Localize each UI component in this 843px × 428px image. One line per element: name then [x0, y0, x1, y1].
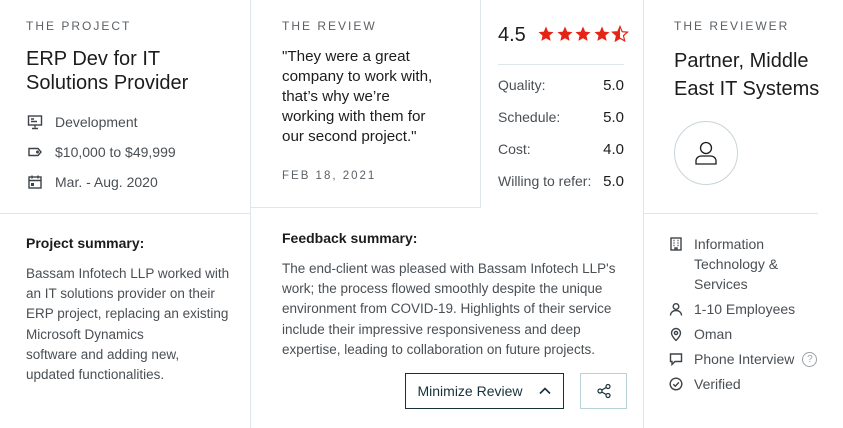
chevron-up-icon — [538, 387, 551, 395]
quote-line: our second project." — [282, 128, 417, 145]
project-dates: Mar. - Aug. 2020 — [26, 173, 158, 191]
reviewer-title-line: East IT Systems — [674, 78, 820, 100]
location-label: Oman — [694, 326, 733, 342]
location-pin-icon — [668, 324, 684, 344]
rating-divider — [498, 64, 624, 65]
star-rating — [537, 25, 630, 43]
summary-line: an IT solutions provider on their — [26, 286, 215, 302]
reviewer-title-line: Partner, Middle — [674, 50, 809, 72]
project-eyebrow: THE PROJECT — [26, 19, 132, 33]
column-divider — [250, 0, 251, 428]
star-icon — [594, 26, 609, 41]
presentation-icon — [26, 113, 44, 131]
summary-line: updated functionalities. — [26, 367, 165, 383]
score-value: 5.0 — [603, 77, 624, 94]
project-summary-heading: Project summary: — [26, 235, 145, 251]
employees-label: 1-10 Employees — [694, 301, 796, 317]
score-schedule: Schedule: 5.0 — [498, 109, 624, 126]
reviewer-employees: 1-10 Employees — [668, 299, 795, 319]
budget-label: $10,000 to $49,999 — [55, 144, 176, 160]
user-icon — [695, 141, 717, 165]
reviewer-industry: Information Technology & Services — [668, 234, 778, 294]
score-label: Quality: — [498, 77, 546, 93]
score-label: Willing to refer: — [498, 173, 592, 189]
industry-line: Services — [694, 276, 748, 292]
review-eyebrow: THE REVIEW — [282, 19, 377, 33]
calendar-icon — [26, 173, 44, 191]
project-budget: $10,000 to $49,999 — [26, 143, 176, 161]
dates-label: Mar. - Aug. 2020 — [55, 174, 158, 190]
score-value: 4.0 — [603, 141, 624, 158]
column-divider — [643, 0, 644, 428]
feedback-line: The end-client was pleased with Bassam I… — [282, 261, 616, 276]
feedback-line: environment from COVID-19. Highlights of… — [282, 301, 612, 317]
score-value: 5.0 — [603, 109, 624, 126]
reviewer-location: Oman — [668, 324, 732, 344]
section-divider — [251, 207, 481, 208]
share-icon — [596, 383, 611, 399]
project-service: Development — [26, 113, 138, 131]
star-icon — [557, 26, 572, 41]
quote-line: "They were a great — [282, 48, 410, 65]
score-cost: Cost: 4.0 — [498, 141, 624, 158]
avatar — [674, 121, 738, 185]
help-icon[interactable]: ? — [802, 352, 818, 367]
industry-line: Information — [694, 236, 765, 252]
summary-line: ERP project, replacing an existing — [26, 306, 229, 322]
reviewer-verified: Verified — [668, 374, 741, 394]
section-divider — [0, 213, 251, 214]
industry-line: Technology & — [694, 256, 779, 272]
quote-line: working with them for — [282, 108, 426, 125]
overall-rating: 4.5 — [498, 24, 526, 46]
service-label: Development — [55, 114, 138, 130]
project-title: ERP Dev for IT Solutions Provider — [26, 47, 188, 95]
half-star-icon — [611, 25, 629, 43]
score-label: Schedule: — [498, 109, 561, 125]
project-summary-text: Bassam Infotech LLP worked with an IT so… — [26, 264, 241, 385]
share-button[interactable] — [580, 373, 627, 409]
score-quality: Quality: 5.0 — [498, 77, 624, 94]
person-icon — [668, 299, 684, 319]
project-title-line: Solutions Provider — [26, 72, 189, 94]
quote-line: company to work with, — [282, 68, 433, 85]
summary-line: Bassam Infotech LLP worked with — [26, 266, 230, 281]
check-circle-icon — [668, 374, 684, 394]
feedback-summary-heading: Feedback summary: — [282, 230, 418, 246]
reviewer-title: Partner, Middle East IT Systems — [674, 47, 819, 103]
price-tag-icon — [26, 143, 44, 161]
score-willing-to-refer: Willing to refer: 5.0 — [498, 173, 624, 190]
star-icon — [575, 26, 591, 41]
score-label: Cost: — [498, 141, 531, 157]
review-quote: "They were a great company to work with,… — [282, 47, 457, 147]
minimize-review-button[interactable]: Minimize Review — [405, 373, 564, 409]
speech-bubble-icon — [668, 349, 684, 369]
summary-line: software and adding new, — [26, 346, 180, 362]
score-value: 5.0 — [603, 173, 624, 190]
feedback-summary-text: The end-client was pleased with Bassam I… — [282, 259, 632, 360]
feedback-line: expertise, leading to collaboration on f… — [282, 341, 595, 357]
feedback-line: work; the process flowed smoothly despit… — [282, 281, 603, 297]
feedback-line: include their impressive responsiveness … — [282, 321, 581, 337]
section-divider — [643, 213, 818, 214]
quote-line: that’s why we’re — [282, 88, 390, 105]
review-date: FEB 18, 2021 — [282, 170, 377, 182]
reviewer-interview: Phone Interview ? — [668, 349, 818, 369]
building-icon — [668, 234, 684, 254]
column-divider — [480, 0, 481, 208]
summary-line: Microsoft Dynamics — [26, 326, 144, 342]
project-title-line: ERP Dev for IT — [26, 48, 161, 70]
star-icon — [538, 26, 554, 41]
reviewer-eyebrow: THE REVIEWER — [674, 19, 790, 33]
industry-label: Information Technology & Services — [694, 234, 778, 294]
interview-label: Phone Interview — [694, 351, 795, 367]
verified-label: Verified — [694, 376, 741, 392]
minimize-review-label: Minimize Review — [417, 383, 523, 399]
